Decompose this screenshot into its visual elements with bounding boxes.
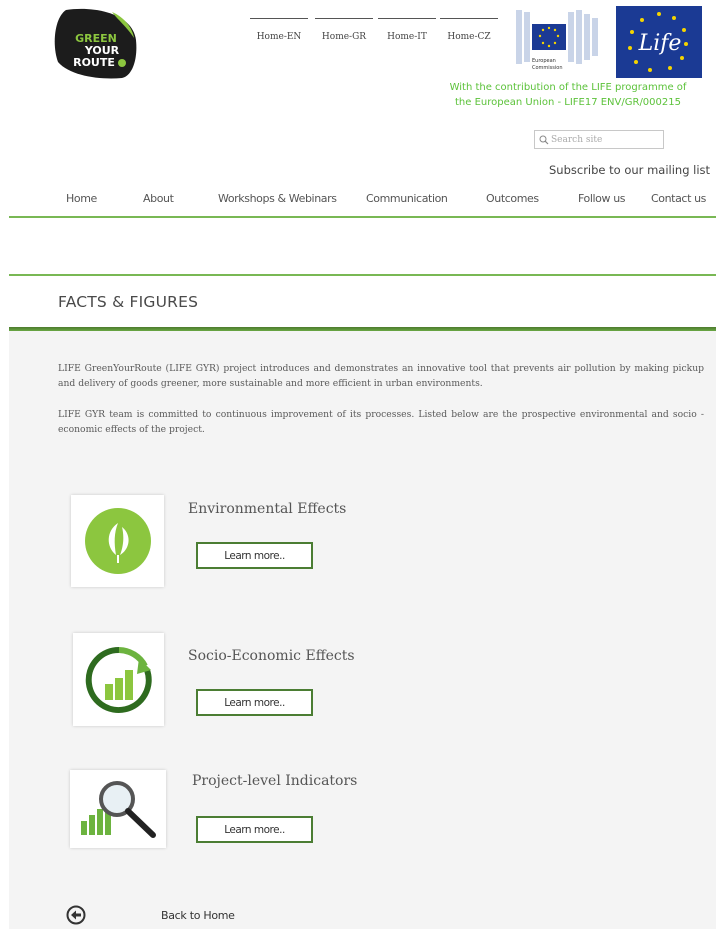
project-level-indicators-title: Project-level Indicators [192,773,358,789]
nav-item-home[interactable]: Home [66,192,97,205]
european-commission-logo: European Commission [512,8,604,76]
life-logo-text: Life [638,31,682,56]
contribution-line2: the European Union - LIFE17 ENV/GR/00021… [454,97,681,108]
project-level-indicators-image[interactable] [70,770,166,848]
nav-divider [9,216,716,218]
nav-item-contact-us[interactable]: Contact us [651,192,706,205]
lang-link-it[interactable]: Home-IT [378,18,436,44]
project-level-indicators-learn-more-button[interactable]: Learn more.. [196,816,313,843]
magnifier-chart-icon [81,781,156,838]
leaf-icon [84,508,151,574]
contribution-text: With the contribution of the LIFE progra… [437,80,699,110]
search-placeholder: Search site [551,134,603,145]
socio-economic-effects-learn-more-button[interactable]: Learn more.. [196,689,313,716]
socio-economic-effects-image[interactable] [73,633,164,726]
ec-logo-line2: Commission [532,65,563,71]
search-input[interactable]: Search site [534,130,664,149]
life-programme-logo: Life [616,6,702,78]
lang-link-gr[interactable]: Home-GR [315,18,373,44]
nav-item-follow-us[interactable]: Follow us [578,192,626,205]
logo-line3: ROUTE [73,56,115,69]
lang-link-en[interactable]: Home-EN [250,18,308,44]
lang-link-cz[interactable]: Home-CZ [440,18,498,44]
title-band-top-line [9,274,716,276]
intro-paragraph-1: LIFE GreenYourRoute (LIFE GYR) project i… [58,363,704,389]
page-title: FACTS & FIGURES [58,293,199,311]
environmental-effects-image[interactable] [71,495,164,587]
subscribe-link[interactable]: Subscribe to our mailing list [549,163,710,177]
contribution-line1: With the contribution of the LIFE progra… [449,82,687,93]
nav-item-outcomes[interactable]: Outcomes [486,192,539,205]
environmental-effects-learn-more-button[interactable]: Learn more.. [196,542,313,569]
growth-chart-icon [85,646,152,713]
socio-economic-effects-title: Socio-Economic Effects [188,648,355,664]
nav-item-workshops-webinars[interactable]: Workshops & Webinars [218,192,337,205]
nav-item-about[interactable]: About [143,192,174,205]
nav-item-communication[interactable]: Communication [366,192,448,205]
circle-arrow-left-icon[interactable] [66,905,86,925]
intro-paragraph-2: LIFE GYR team is committed to continuous… [58,409,704,435]
environmental-effects-title: Environmental Effects [188,501,347,517]
back-to-home-link[interactable]: Back to Home [161,909,235,922]
search-icon [539,135,549,144]
ec-logo-line1: European [532,58,556,64]
green-your-route-logo[interactable]: GREEN YOUR ROUTE [52,6,140,80]
